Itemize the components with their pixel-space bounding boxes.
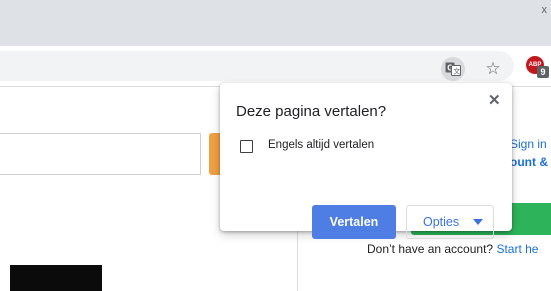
translate-popup: Deze pagina vertalen? ✕ Engels altijd ve… (220, 83, 512, 239)
options-button[interactable]: Opties (406, 205, 494, 239)
no-account-label: Don’t have an account? (367, 242, 494, 256)
account-link[interactable]: ount & (510, 155, 548, 169)
options-label: Opties (423, 215, 460, 229)
svg-text:文: 文 (453, 67, 460, 76)
always-translate-checkbox[interactable] (240, 140, 253, 153)
sign-in-link[interactable]: Sign in (510, 137, 547, 151)
search-input[interactable] (0, 133, 201, 175)
window-control[interactable]: x (542, 4, 548, 16)
translate-button[interactable]: G 文 (441, 57, 465, 81)
address-bar[interactable]: G 文 ☆ (0, 51, 514, 81)
tab-strip: x (0, 0, 551, 46)
translate-button-primary[interactable]: Vertalen (312, 205, 396, 239)
start-here-link[interactable]: Start he (496, 242, 538, 256)
popup-title: Deze pagina vertalen? (236, 103, 387, 120)
chevron-down-icon (473, 219, 483, 225)
browser-toolbar: G 文 ☆ ABP 9 (0, 46, 551, 87)
always-translate-label[interactable]: Engels altijd vertalen (268, 139, 374, 151)
dark-image (10, 265, 102, 291)
adblock-extension-button[interactable]: ABP 9 (526, 56, 549, 78)
star-icon: ☆ (485, 59, 501, 78)
translate-icon: G 文 (445, 62, 461, 76)
bookmark-star-button[interactable]: ☆ (481, 57, 505, 81)
extension-badge-count: 9 (537, 66, 549, 78)
no-account-text: Don’t have an account? Start he (367, 242, 538, 256)
close-icon[interactable]: ✕ (488, 91, 501, 109)
